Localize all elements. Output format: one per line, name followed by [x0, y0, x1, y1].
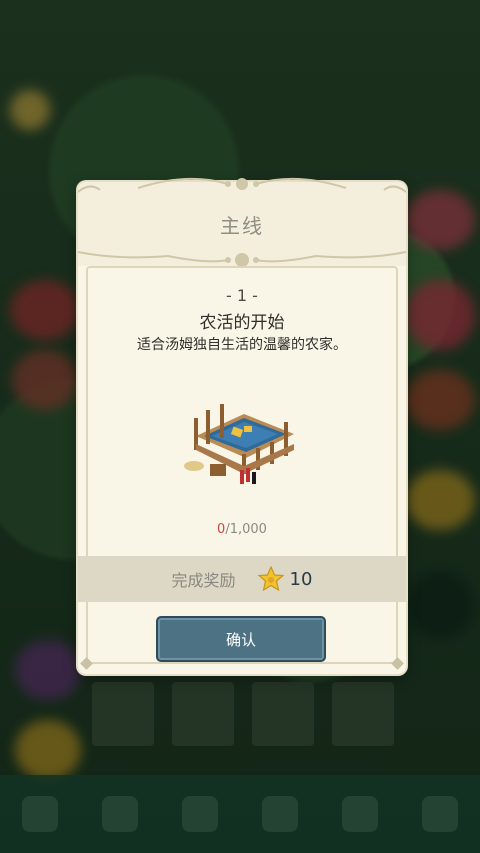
- reward-label: 完成奖励: [171, 571, 236, 590]
- reward-row: 完成奖励 10: [78, 556, 406, 602]
- divider-ornament-icon: [78, 251, 406, 267]
- quest-progress: 0/1,000: [78, 522, 406, 537]
- nav-icon: [262, 796, 298, 832]
- nav-icon: [102, 796, 138, 832]
- star-icon: [257, 566, 284, 592]
- nav-icon: [342, 796, 378, 832]
- quest-dialog: 主线 - 1 - 农活的开始 适合汤姆独自生活的温馨的农家。 0/1,000 完…: [78, 177, 406, 674]
- reward-value: 10: [289, 568, 313, 590]
- quest-level: - 1 -: [226, 286, 258, 305]
- confirm-button[interactable]: 确认: [156, 616, 326, 662]
- farm-plot-icon: [184, 404, 294, 484]
- corner-ornament-icon: [391, 657, 404, 670]
- corner-ornament-icon: [80, 657, 93, 670]
- dialog-header: 主线: [78, 177, 406, 267]
- top-ornament-icon: [78, 177, 406, 193]
- nav-icon: [182, 796, 218, 832]
- quest-description: 适合汤姆独自生活的温馨的农家。: [137, 337, 347, 353]
- bottom-nav: [0, 775, 480, 853]
- progress-total: /1,000: [225, 522, 267, 537]
- nav-icon: [22, 796, 58, 832]
- nav-icon: [422, 796, 458, 832]
- dialog-title: 主线: [220, 214, 264, 238]
- quest-name: 农活的开始: [199, 313, 285, 333]
